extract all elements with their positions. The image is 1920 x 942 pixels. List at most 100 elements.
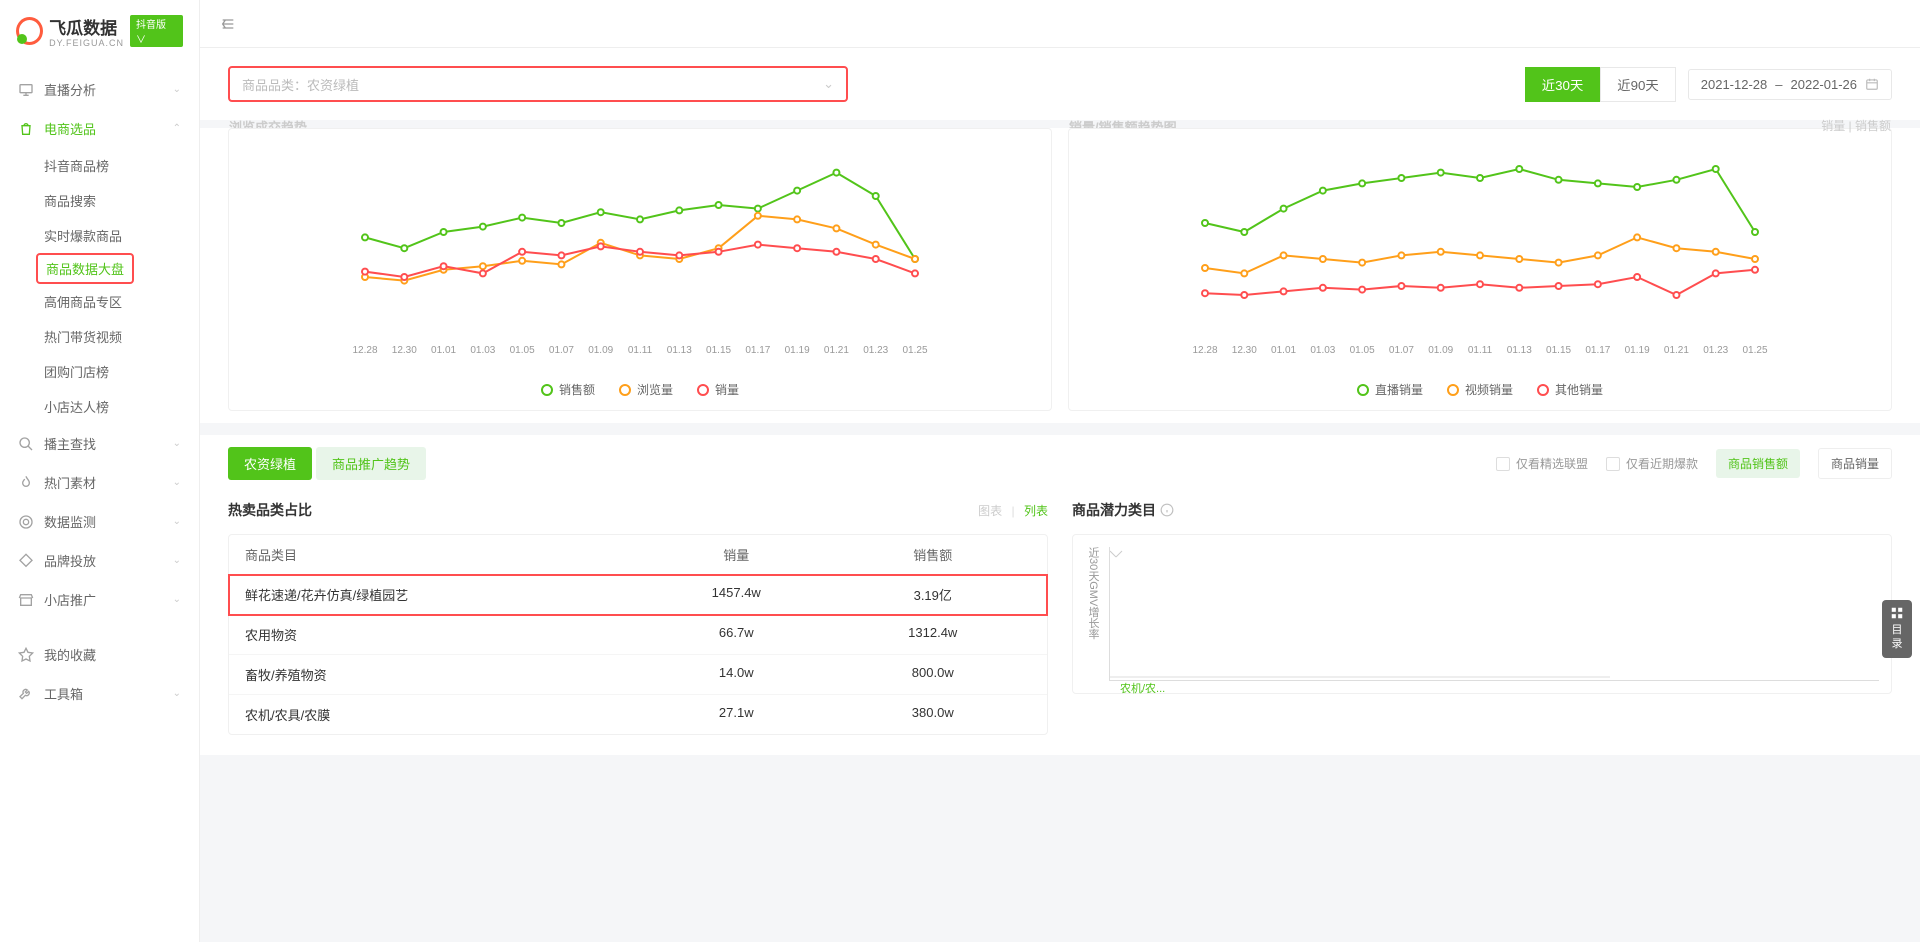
scatter-point-label[interactable]: 农机/农...: [1120, 680, 1165, 696]
info-icon[interactable]: [1160, 503, 1174, 517]
svg-text:01.07: 01.07: [1389, 345, 1414, 356]
star-icon: [18, 647, 34, 663]
sub-item[interactable]: 商品搜索: [44, 183, 199, 218]
checkbox-icon: [1606, 457, 1620, 471]
nav-toolbox[interactable]: 工具箱⌄: [0, 674, 199, 713]
date-range-picker[interactable]: 2021-12-28 – 2022-01-26: [1688, 69, 1892, 100]
main-content: 商品品类：农资绿植 ⌄ 近30天 近90天 2021-12-28 – 2022-…: [200, 0, 1920, 942]
table-row[interactable]: 鲜花速递/花卉仿真/绿植园艺1457.4w3.19亿: [229, 575, 1047, 615]
svg-text:01.03: 01.03: [1310, 345, 1335, 356]
wrench-icon: [18, 686, 34, 702]
nav-shop-promo[interactable]: 小店推广⌄: [0, 580, 199, 619]
brand-name: 飞瓜数据: [49, 19, 117, 38]
sidebar: 飞瓜数据 DY.FEIGUA.CN 抖音版 ∨ 直播分析 ⌄ 电商选品 ⌃ 抖音…: [0, 0, 200, 942]
hot-category-panel: 热卖品类占比 图表 | 列表 商品类目 销量 销售额 鲜花速递/花卉仿真/绿植园…: [228, 500, 1048, 735]
brand-badge[interactable]: 抖音版 ∨: [130, 15, 183, 47]
category-select[interactable]: 商品品类：农资绿植 ⌄: [228, 66, 848, 102]
sub-item[interactable]: 抖音商品榜: [44, 148, 199, 183]
svg-text:01.23: 01.23: [863, 345, 888, 356]
btn-sales-amount[interactable]: 商品销售额: [1716, 449, 1800, 478]
target-icon: [18, 514, 34, 530]
svg-text:01.21: 01.21: [824, 345, 849, 356]
table-row[interactable]: 畜牧/养殖物资14.0w800.0w: [229, 655, 1047, 695]
svg-text:01.13: 01.13: [667, 345, 692, 356]
grid-icon: [1890, 606, 1904, 620]
chk-featured[interactable]: 仅看精选联盟: [1496, 455, 1588, 472]
tab-promo-trend[interactable]: 商品推广趋势: [316, 447, 426, 480]
table-row[interactable]: 农机/农具/农膜27.1w380.0w: [229, 695, 1047, 734]
svg-text:01.13: 01.13: [1507, 345, 1532, 356]
filter-bar: 商品品类：农资绿植 ⌄ 近30天 近90天 2021-12-28 – 2022-…: [200, 48, 1920, 120]
sub-item[interactable]: 热门带货视频: [44, 319, 199, 354]
legend-dot-icon: [1537, 384, 1549, 396]
nav-ecommerce[interactable]: 电商选品 ⌃: [0, 109, 199, 148]
table-header: 商品类目 销量 销售额: [229, 535, 1047, 575]
section-controls: 农资绿植 商品推广趋势 仅看精选联盟 仅看近期爆款 商品销售额 商品销量: [200, 435, 1920, 492]
view-toggle[interactable]: 图表 | 列表: [978, 502, 1048, 519]
date-preset-group: 近30天 近90天: [1525, 67, 1676, 102]
legend-dot-icon: [1447, 384, 1459, 396]
chevron-up-icon: ⌃: [173, 123, 181, 134]
svg-text:01.07: 01.07: [549, 345, 574, 356]
nav-favorites[interactable]: 我的收藏: [0, 635, 199, 674]
svg-text:01.25: 01.25: [1742, 345, 1767, 356]
sub-item[interactable]: 小店达人榜: [44, 389, 199, 424]
topbar: [200, 0, 1920, 48]
chart-browse-trend: 浏览成交趋势 12.2812.3001.0101.0301.0501.0701.…: [228, 128, 1052, 411]
tab-category[interactable]: 农资绿植: [228, 447, 312, 480]
svg-text:01.05: 01.05: [1350, 345, 1375, 356]
line-chart-1: 12.2812.3001.0101.0301.0501.0701.0901.11…: [245, 141, 1035, 371]
btn-90d[interactable]: 近90天: [1600, 67, 1675, 102]
svg-text:01.19: 01.19: [785, 345, 810, 356]
svg-text:01.19: 01.19: [1625, 345, 1650, 356]
main-nav: 直播分析 ⌄ 电商选品 ⌃ 抖音商品榜 商品搜索 实时爆款商品 商品数据大盘 高…: [0, 62, 199, 721]
legend-2: 直播销量 视频销量 其他销量: [1085, 381, 1875, 398]
table-row[interactable]: 农用物资66.7w1312.4w: [229, 615, 1047, 655]
tag-icon: [18, 553, 34, 569]
nav-hot-material[interactable]: 热门素材⌄: [0, 463, 199, 502]
chart-sales-trend: 销量/销售额趋势图 销量 | 销售额 12.2812.3001.0101.030…: [1068, 128, 1892, 411]
toc-float-button[interactable]: 目录: [1882, 600, 1912, 658]
sub-item-active[interactable]: 商品数据大盘: [36, 253, 134, 284]
checkbox-icon: [1496, 457, 1510, 471]
svg-text:12.30: 12.30: [1232, 345, 1257, 356]
svg-text:01.25: 01.25: [902, 345, 927, 356]
svg-text:12.28: 12.28: [1192, 345, 1217, 356]
chk-recent-hot[interactable]: 仅看近期爆款: [1606, 455, 1698, 472]
legend-dot-icon: [619, 384, 631, 396]
brand-logo[interactable]: 飞瓜数据 DY.FEIGUA.CN 抖音版 ∨: [0, 0, 199, 62]
svg-text:01.01: 01.01: [1271, 345, 1296, 356]
brand-sub: DY.FEIGUA.CN: [49, 39, 124, 48]
lower-section: 热卖品类占比 图表 | 列表 商品类目 销量 销售额 鲜花速递/花卉仿真/绿植园…: [200, 492, 1920, 755]
svg-text:01.09: 01.09: [1428, 345, 1453, 356]
legend-1: 销售额 浏览量 销量: [245, 381, 1035, 398]
chevron-down-icon: ⌄: [823, 76, 834, 92]
category-table: 商品类目 销量 销售额 鲜花速递/花卉仿真/绿植园艺1457.4w3.19亿农用…: [228, 534, 1048, 735]
legend-dot-icon: [541, 384, 553, 396]
btn-30d[interactable]: 近30天: [1525, 67, 1600, 102]
nav-data-monitor[interactable]: 数据监测⌄: [0, 502, 199, 541]
collapse-icon[interactable]: [220, 16, 236, 32]
chart-metric-toggle[interactable]: 销量 | 销售额: [1821, 117, 1891, 134]
hot-title: 热卖品类占比: [228, 500, 312, 520]
nav-brand[interactable]: 品牌投放⌄: [0, 541, 199, 580]
bag-icon: [18, 121, 34, 137]
svg-text:01.05: 01.05: [510, 345, 535, 356]
scatter-chart: 近30天GMV增长率 农机/农...: [1072, 534, 1892, 694]
sub-item[interactable]: 团购门店榜: [44, 354, 199, 389]
svg-text:12.30: 12.30: [392, 345, 417, 356]
svg-text:01.11: 01.11: [628, 345, 653, 356]
nav-live-analysis[interactable]: 直播分析 ⌄: [0, 70, 199, 109]
charts-row: 浏览成交趋势 12.2812.3001.0101.0301.0501.0701.…: [200, 128, 1920, 423]
line-chart-2: 12.2812.3001.0101.0301.0501.0701.0901.11…: [1085, 141, 1875, 371]
svg-text:01.21: 01.21: [1664, 345, 1689, 356]
svg-text:01.03: 01.03: [470, 345, 495, 356]
sub-nav: 抖音商品榜 商品搜索 实时爆款商品 商品数据大盘 高佣商品专区 热门带货视频 团…: [0, 148, 199, 424]
sub-item[interactable]: 高佣商品专区: [44, 284, 199, 319]
fire-icon: [18, 475, 34, 491]
svg-text:01.23: 01.23: [1703, 345, 1728, 356]
btn-sales-volume[interactable]: 商品销量: [1818, 448, 1892, 479]
sub-item[interactable]: 实时爆款商品: [44, 218, 199, 253]
nav-creator-search[interactable]: 播主查找⌄: [0, 424, 199, 463]
svg-text:01.15: 01.15: [1546, 345, 1571, 356]
